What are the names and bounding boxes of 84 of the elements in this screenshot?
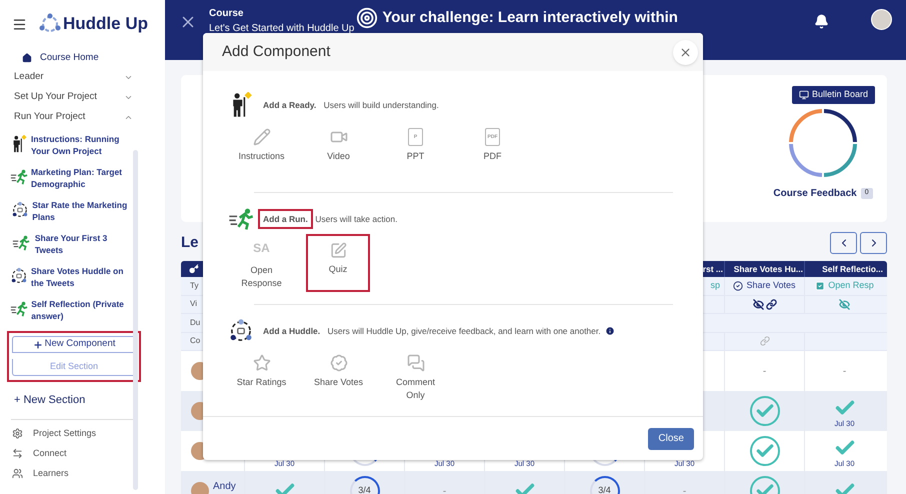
runner-icon (228, 206, 254, 232)
component-option[interactable]: Instructions (223, 120, 300, 176)
logo-icon (39, 13, 61, 35)
badge-check-icon (330, 354, 348, 372)
progress-ring: 3/4 (590, 476, 620, 494)
close-button[interactable] (673, 40, 698, 64)
component-option[interactable]: Video (300, 120, 377, 176)
star-icon (252, 354, 270, 372)
table-cell-text: - (442, 484, 446, 494)
component-option[interactable]: SA Open Response (223, 234, 300, 292)
users-icon (12, 468, 23, 479)
row-label: Vi (189, 298, 198, 310)
table-cell-text: - (682, 484, 686, 494)
letters-icon: SA (253, 242, 270, 260)
gear-icon (12, 428, 23, 439)
type-label: Open Resp (828, 279, 874, 292)
section-heading: Add a Ready. Users will build understanding. (262, 98, 439, 112)
runner-icon (10, 168, 28, 186)
component-option[interactable]: Share Votes (300, 346, 377, 404)
home-icon (22, 53, 32, 63)
table-cell-text: - (762, 364, 766, 378)
group-circle-icon (10, 201, 29, 219)
section-heading: Add a Huddle. Users will Huddle Up, give/receive feedback, and learn with one another. (262, 324, 601, 338)
course-title: Let's Get Started with Huddle Up (209, 22, 354, 36)
bell-icon[interactable] (814, 14, 829, 29)
learner-name: Andy (213, 480, 236, 494)
chat-icon (406, 354, 424, 372)
component-item[interactable]: Self Reflection (Private answer) (31, 298, 137, 322)
table-cell-text: - (842, 364, 846, 378)
dialog-title: Add Component (222, 42, 330, 62)
runner-icon (10, 300, 28, 318)
nav-link[interactable]: Connect (0, 444, 165, 464)
checkbox-icon (815, 280, 826, 291)
course-label: Course (209, 7, 244, 21)
close-dialog-button[interactable]: Close (648, 428, 694, 450)
brand-name: Huddle Up (63, 13, 148, 36)
component-item[interactable]: Share Your First 3 Tweets (34, 232, 137, 256)
connect-icon (12, 448, 23, 459)
component-item[interactable]: Star Rate the Marketing Plans (32, 199, 137, 223)
eye-off-icon (752, 298, 764, 310)
plus-icon (32, 340, 43, 350)
target-icon (356, 7, 378, 30)
component-option[interactable]: Quiz (306, 234, 370, 292)
row-label: Du (189, 316, 202, 329)
key-icon (189, 264, 199, 274)
new-component-button[interactable]: New Component (12, 336, 136, 353)
section-item[interactable]: Leader (0, 67, 165, 87)
component-option[interactable]: Comment Only (377, 346, 454, 404)
link-icon (760, 336, 770, 346)
close-icon (679, 46, 692, 58)
new-section-link[interactable]: + New Section (0, 392, 165, 408)
row-label: Ty (189, 280, 200, 292)
group-circle-icon (10, 267, 28, 285)
monitor-icon (798, 90, 809, 100)
nav-link[interactable]: Learners (0, 464, 165, 484)
challenge-title: Your challenge: Learn interactively within (382, 8, 678, 28)
eye-off-icon (839, 298, 850, 310)
type-label: sp (710, 279, 720, 292)
component-item[interactable]: Marketing Plan: Target Demographic (31, 166, 137, 190)
runner-icon (12, 234, 30, 252)
component-item[interactable]: Share Votes Huddle on the Tweets (31, 265, 137, 289)
quiz-icon (330, 242, 346, 259)
link-icon (766, 298, 776, 310)
progress-ring: 3/4 (350, 476, 380, 494)
section-item[interactable]: Run Your Project (0, 107, 165, 127)
next-button[interactable] (860, 232, 887, 254)
type-label: Share Votes (746, 279, 796, 292)
feedback-label: Course Feedback (773, 187, 857, 201)
menu-icon[interactable] (12, 16, 27, 32)
component-item[interactable]: Instructions: Running Your Own Project (31, 133, 137, 157)
previous-button[interactable] (830, 232, 857, 254)
check-circle-icon (733, 280, 744, 291)
user-avatar[interactable] (871, 9, 892, 30)
nav-link[interactable]: Project Settings (0, 424, 165, 444)
leaderboard-title: Le (181, 232, 199, 253)
pencil-icon (252, 128, 270, 146)
row-label: Co (189, 335, 202, 348)
section-item[interactable]: Set Up Your Project (0, 87, 165, 107)
scrollbar[interactable] (133, 150, 138, 490)
course-home-link[interactable]: Course Home (0, 49, 165, 67)
component-option[interactable]: Star Ratings (223, 346, 300, 404)
bulletin-board-button[interactable]: Bulletin Board (792, 86, 875, 104)
feedback-donut-drawing (789, 109, 857, 177)
group-circle-icon (228, 318, 254, 344)
